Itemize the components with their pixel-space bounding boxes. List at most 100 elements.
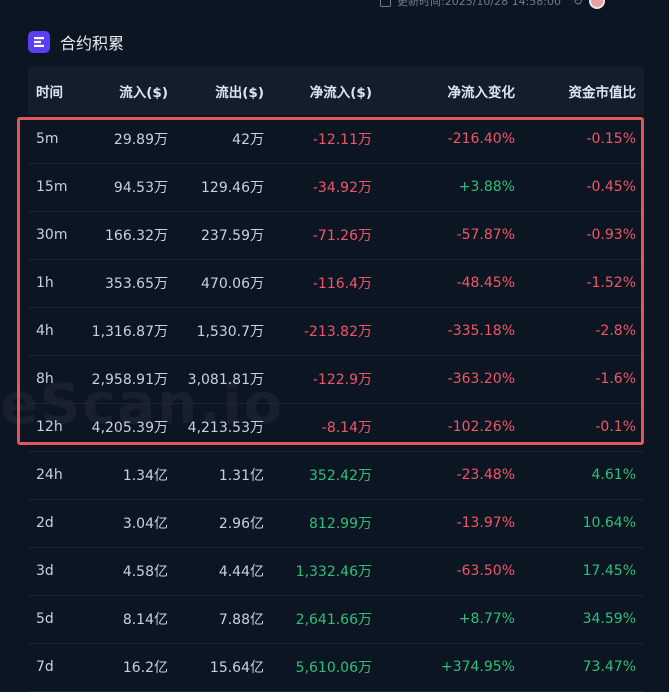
column-header-net-inflow[interactable]: 净流入($) <box>272 67 380 115</box>
cell-net-change: -48.45% <box>456 275 515 291</box>
cell-net-inflow: -34.92万 <box>312 180 372 196</box>
column-header-net-change[interactable]: 净流入变化 <box>380 67 523 115</box>
cell-outflow: 470.06万 <box>201 276 264 292</box>
column-header-time[interactable]: 时间 <box>28 67 86 115</box>
table-row[interactable]: 8h 2,958.91万 3,081.81万 -122.9万 -363.20% -1.6% <box>28 355 644 403</box>
cell-outflow: 4.44亿 <box>218 564 264 580</box>
cell-inflow: 4,205.39万 <box>91 420 168 436</box>
cell-net-change: -13.97% <box>456 515 515 531</box>
cell-time: 15m <box>36 179 68 195</box>
cell-fund-cap-ratio: -0.45% <box>586 179 636 195</box>
cell-time: 3d <box>36 563 54 579</box>
cell-net-change: -363.20% <box>447 371 515 387</box>
cell-time: 4h <box>36 323 54 339</box>
cell-net-inflow: -71.26万 <box>312 228 372 244</box>
cell-net-change: -102.26% <box>447 419 515 435</box>
cell-inflow: 353.65万 <box>105 276 168 292</box>
table-row[interactable]: 2d 3.04亿 2.96亿 812.99万 -13.97% 10.64% <box>28 499 644 547</box>
accumulation-table: 时间 流入($) 流出($) 净流入($) 净流入变化 资金市值比 5m 29.8… <box>28 67 644 692</box>
cell-fund-cap-ratio: -0.93% <box>586 227 636 243</box>
cell-net-change: -23.48% <box>456 467 515 483</box>
section-header: 合约积累 <box>28 30 124 54</box>
cell-net-inflow: -8.14万 <box>321 420 372 436</box>
avatar[interactable] <box>589 0 606 9</box>
cell-inflow: 94.53万 <box>113 180 168 196</box>
cell-fund-cap-ratio: -1.52% <box>586 275 636 291</box>
cell-fund-cap-ratio: -0.1% <box>595 419 636 435</box>
cell-net-change: -63.50% <box>456 563 515 579</box>
cell-net-inflow: -213.82万 <box>303 324 372 340</box>
cell-inflow: 1,316.87万 <box>91 324 168 340</box>
table-row[interactable]: 7d 16.2亿 15.64亿 5,610.06万 +374.95% 73.47% <box>28 643 644 691</box>
table-row[interactable]: 1h 353.65万 470.06万 -116.4万 -48.45% -1.52% <box>28 259 644 307</box>
cell-net-change: -335.18% <box>447 323 515 339</box>
cell-time: 12h <box>36 419 63 435</box>
cell-net-inflow: -122.9万 <box>312 372 372 388</box>
cell-fund-cap-ratio: 34.59% <box>582 611 636 627</box>
cell-outflow: 1,530.7万 <box>196 324 264 340</box>
cell-inflow: 1.34亿 <box>122 468 168 484</box>
table-row[interactable]: 12h 4,205.39万 4,213.53万 -8.14万 -102.26% -0.1% <box>28 403 644 451</box>
cell-inflow: 4.58亿 <box>122 564 168 580</box>
section-title: 合约积累 <box>60 34 125 53</box>
cell-fund-cap-ratio: -0.15% <box>586 130 636 147</box>
update-time: 更新时间:2025/10/28 14:58:00 <box>397 0 562 8</box>
cell-net-change: -57.87% <box>456 227 515 243</box>
cell-fund-cap-ratio: -1.6% <box>595 371 636 387</box>
table-row[interactable]: 30m 166.32万 237.59万 -71.26万 -57.87% -0.93% <box>28 211 644 259</box>
cell-fund-cap-ratio: 73.47% <box>582 659 636 675</box>
cell-outflow: 4,213.53万 <box>187 420 264 436</box>
cell-net-inflow: 1,332.46万 <box>295 564 372 580</box>
cell-outflow: 2.96亿 <box>218 516 264 532</box>
cell-inflow: 8.14亿 <box>122 612 168 628</box>
cell-outflow: 1.31亿 <box>218 468 264 484</box>
table-row[interactable]: 5m 29.89万 42万 -12.11万 -216.40% -0.15% <box>28 115 644 163</box>
table-row[interactable]: 3d 4.58亿 4.44亿 1,332.46万 -63.50% 17.45% <box>28 547 644 595</box>
escan-logo-icon <box>28 31 50 53</box>
top-status-bar: 更新时间:2025/10/28 14:58:00 ↻ <box>380 0 606 10</box>
cell-inflow: 29.89万 <box>113 131 168 148</box>
cell-net-inflow: 2,641.66万 <box>295 612 372 628</box>
cell-inflow: 166.32万 <box>105 228 168 244</box>
cell-outflow: 7.88亿 <box>218 612 264 628</box>
column-header-fund-cap-ratio[interactable]: 资金市值比 <box>523 67 644 115</box>
accumulation-table-container: 时间 流入($) 流出($) 净流入($) 净流入变化 资金市值比 5m 29.8… <box>28 67 644 692</box>
cell-inflow: 16.2亿 <box>122 660 168 676</box>
cell-fund-cap-ratio: 10.64% <box>582 515 636 531</box>
cell-fund-cap-ratio: 17.45% <box>582 563 636 579</box>
cell-time: 5d <box>36 611 54 627</box>
column-header-inflow[interactable]: 流入($) <box>86 67 176 115</box>
cell-net-inflow: 812.99万 <box>309 516 372 532</box>
cell-outflow: 42万 <box>232 131 264 148</box>
cell-net-inflow: 5,610.06万 <box>295 660 372 676</box>
cell-time: 30m <box>36 227 68 243</box>
cell-outflow: 15.64亿 <box>209 660 264 676</box>
cell-net-change: -216.40% <box>447 130 515 147</box>
cell-outflow: 3,081.81万 <box>187 372 264 388</box>
cell-outflow: 129.46万 <box>201 180 264 196</box>
cell-outflow: 237.59万 <box>201 228 264 244</box>
table-row[interactable]: 4h 1,316.87万 1,530.7万 -213.82万 -335.18% -2.8% <box>28 307 644 355</box>
cell-net-change: +374.95% <box>440 659 515 675</box>
column-header-outflow[interactable]: 流出($) <box>176 67 272 115</box>
refresh-icon[interactable]: ↻ <box>573 0 583 8</box>
table-row[interactable]: 5d 8.14亿 7.88亿 2,641.66万 +8.77% 34.59% <box>28 595 644 643</box>
cell-net-change: +8.77% <box>458 611 515 627</box>
cell-net-inflow: -116.4万 <box>312 276 372 292</box>
cell-time: 5m <box>36 130 59 147</box>
table-row[interactable]: 15m 94.53万 129.46万 -34.92万 +3.88% -0.45% <box>28 163 644 211</box>
cell-net-inflow: 352.42万 <box>309 468 372 484</box>
cell-time: 8h <box>36 371 54 387</box>
cell-net-inflow: -12.11万 <box>312 131 372 148</box>
cell-inflow: 3.04亿 <box>122 516 168 532</box>
cell-time: 2d <box>36 515 54 531</box>
table-row[interactable]: 24h 1.34亿 1.31亿 352.42万 -23.48% 4.61% <box>28 451 644 499</box>
cell-fund-cap-ratio: 4.61% <box>591 467 636 483</box>
cell-time: 24h <box>36 467 63 483</box>
table-header-row: 时间 流入($) 流出($) 净流入($) 净流入变化 资金市值比 <box>28 67 644 115</box>
cell-net-change: +3.88% <box>458 179 515 195</box>
copy-icon[interactable] <box>380 0 391 7</box>
cell-fund-cap-ratio: -2.8% <box>595 323 636 339</box>
cell-time: 1h <box>36 275 54 291</box>
cell-inflow: 2,958.91万 <box>91 372 168 388</box>
